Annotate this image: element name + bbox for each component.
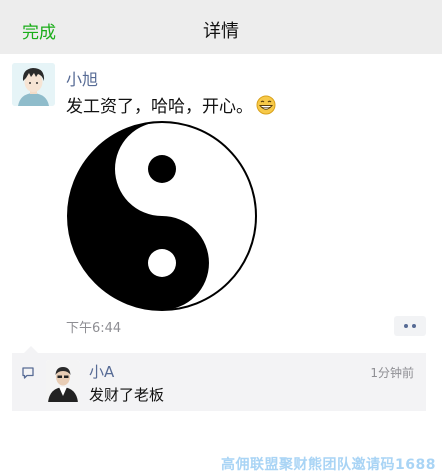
comment-pointer xyxy=(24,346,38,353)
comment-author-name[interactable]: 小A xyxy=(89,361,114,382)
comment-text: 发财了老板 xyxy=(89,386,165,404)
more-actions-button[interactable] xyxy=(394,316,426,336)
comment-author-avatar[interactable] xyxy=(46,360,80,402)
post-timestamp: 下午6:44 xyxy=(66,321,122,336)
comment-icon xyxy=(21,365,35,379)
post-author-name[interactable]: 小旭 xyxy=(66,66,98,90)
post-author-avatar[interactable] xyxy=(12,63,55,106)
watermark-text: 高佣联盟聚财熊团队邀请码1688 xyxy=(221,457,436,472)
post-text-content: 发工资了，哈哈，开心。 xyxy=(66,97,253,117)
page-title: 详情 xyxy=(203,21,239,42)
top-navbar: 完成 详情 xyxy=(0,0,442,54)
comment-section: 小A 1分钟前 发财了老板 xyxy=(12,346,426,411)
comment-timestamp: 1分钟前 xyxy=(370,366,414,380)
more-dots-icon xyxy=(404,324,408,328)
post-text: 发工资了，哈哈，开心。 xyxy=(66,92,277,117)
more-dots-icon xyxy=(412,324,416,328)
yin-yang-image[interactable] xyxy=(66,120,258,312)
grinning-face-icon xyxy=(255,95,277,115)
